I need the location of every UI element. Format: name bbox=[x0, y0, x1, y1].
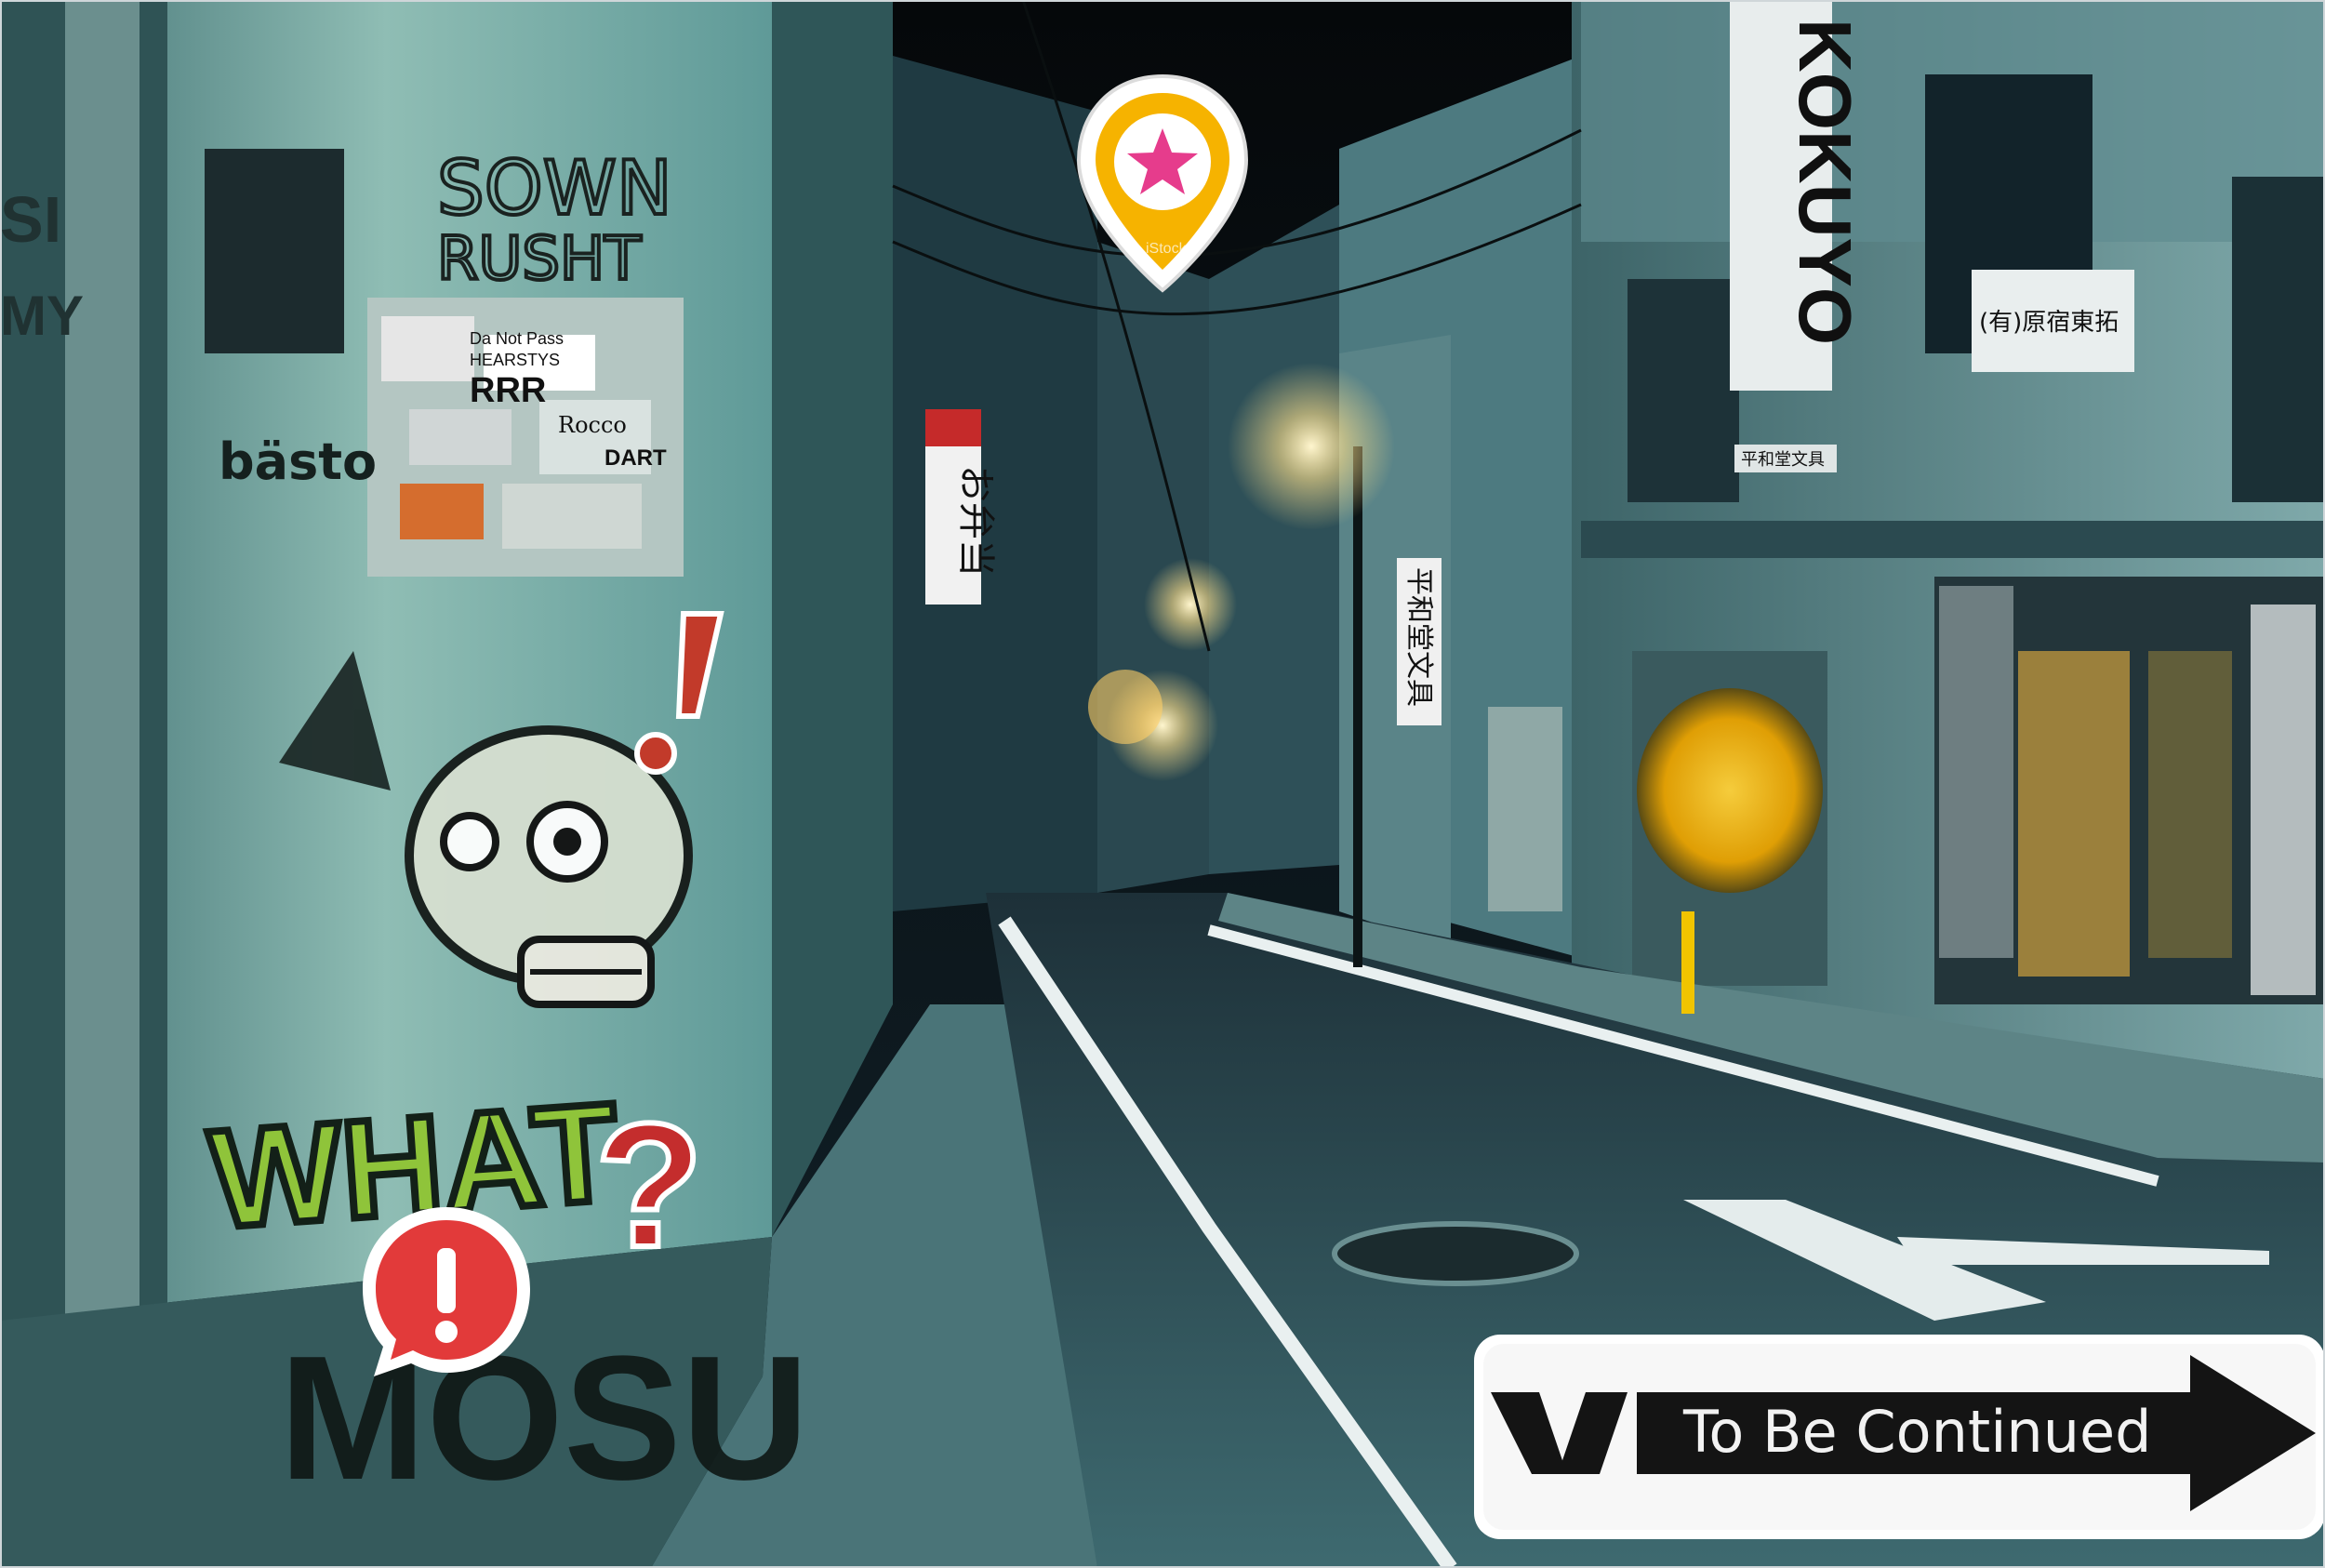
continue-label: To Be Continued bbox=[1682, 1398, 2152, 1466]
sticker-5: DART bbox=[604, 445, 667, 471]
sign-shop: (有)原宿東拓 bbox=[1979, 309, 2119, 337]
graffiti-basto: bästo bbox=[219, 432, 377, 491]
graffiti-left-edge1: SI bbox=[0, 183, 61, 256]
alert-bubble-icon bbox=[363, 1207, 530, 1376]
sticker-3: RRR bbox=[470, 371, 546, 410]
to-be-continued-banner[interactable]: To Be Continued bbox=[1474, 1335, 2325, 1539]
graffiti-question: ? bbox=[595, 1087, 703, 1284]
star-map-pin-icon: iStock bbox=[1076, 73, 1249, 293]
game-scene: WHAT ? SOWN RUSHT bästo MOSU SI MY Da No… bbox=[0, 0, 2325, 1568]
sign-store-small: 平和堂文具 bbox=[1741, 450, 1825, 470]
star-map-pin-marker[interactable]: iStock bbox=[1070, 67, 1256, 299]
graffiti-tag-top2: RUSHT bbox=[437, 225, 642, 294]
sign-bento: お弁当 bbox=[954, 465, 997, 577]
sticker-2: HEARSTYS bbox=[470, 351, 560, 369]
sign-kokuyo: KOKUYO bbox=[1784, 19, 1867, 345]
sticker-1: Da Not Pass bbox=[470, 329, 564, 348]
sticker-4: Rocco bbox=[558, 412, 627, 438]
graffiti-tag-top: SOWN bbox=[437, 145, 672, 232]
marker-watermark: iStock bbox=[1146, 241, 1188, 257]
graffiti-left-edge2: MY bbox=[0, 285, 84, 347]
alert-bubble-marker[interactable] bbox=[353, 1200, 539, 1386]
sign-heiwado: 平和堂文具 bbox=[1402, 567, 1435, 707]
